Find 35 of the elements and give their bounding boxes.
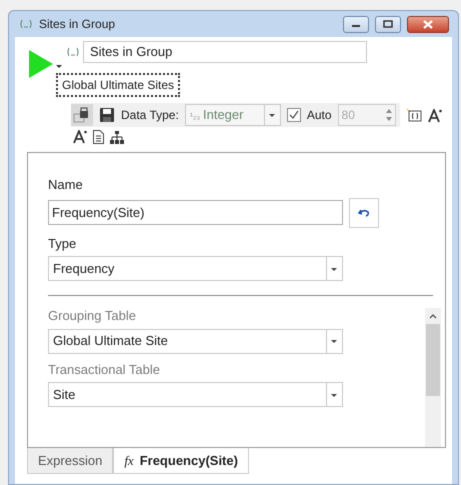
text-field[interactable]: Frequency(Site) <box>48 200 343 225</box>
scrollbar[interactable] <box>425 308 441 446</box>
save-icon[interactable] <box>99 107 115 123</box>
undo-icon <box>358 208 370 218</box>
auto-checkbox[interactable] <box>286 108 301 122</box>
scroll-up-icon <box>429 314 437 318</box>
tab[interactable]: fx Frequency(Site) <box>113 448 249 474</box>
lock-icon[interactable] <box>71 104 93 126</box>
data-type-dropdown[interactable]: ¹₂₃ Integer <box>184 104 281 126</box>
data-type-label: Data Type: <box>121 107 179 124</box>
font-size-icon[interactable] <box>428 106 442 124</box>
maximize-button[interactable] <box>375 16 401 32</box>
document-icon[interactable] <box>93 130 104 144</box>
field-label: Type <box>48 234 78 253</box>
hierarchy-icon[interactable] <box>110 130 124 144</box>
brace-icon[interactable] <box>406 108 422 122</box>
minimize-button[interactable] <box>343 16 369 32</box>
object-icon <box>19 19 33 29</box>
field-label: Transactional Table <box>48 360 162 378</box>
name-field[interactable]: Sites in Group <box>83 41 367 63</box>
field-label: Grouping Table <box>48 307 137 325</box>
dropdown-field[interactable]: Global Ultimate Site <box>48 328 343 354</box>
dropdown-field[interactable]: Frequency <box>48 256 343 281</box>
description-field[interactable]: Global Ultimate Sites <box>56 73 180 97</box>
maximize-icon <box>383 20 393 28</box>
auto-label: Auto <box>306 107 332 124</box>
dropdown-field[interactable]: Site <box>48 382 343 407</box>
window-title: Sites in Group <box>39 16 116 33</box>
object-icon <box>66 47 80 57</box>
tab[interactable]: Expression <box>27 448 114 474</box>
close-button[interactable] <box>407 16 449 32</box>
field-label: Name <box>48 176 84 194</box>
undo-button[interactable] <box>349 198 379 228</box>
font-size-icon[interactable] <box>73 130 87 144</box>
close-icon <box>423 20 433 28</box>
